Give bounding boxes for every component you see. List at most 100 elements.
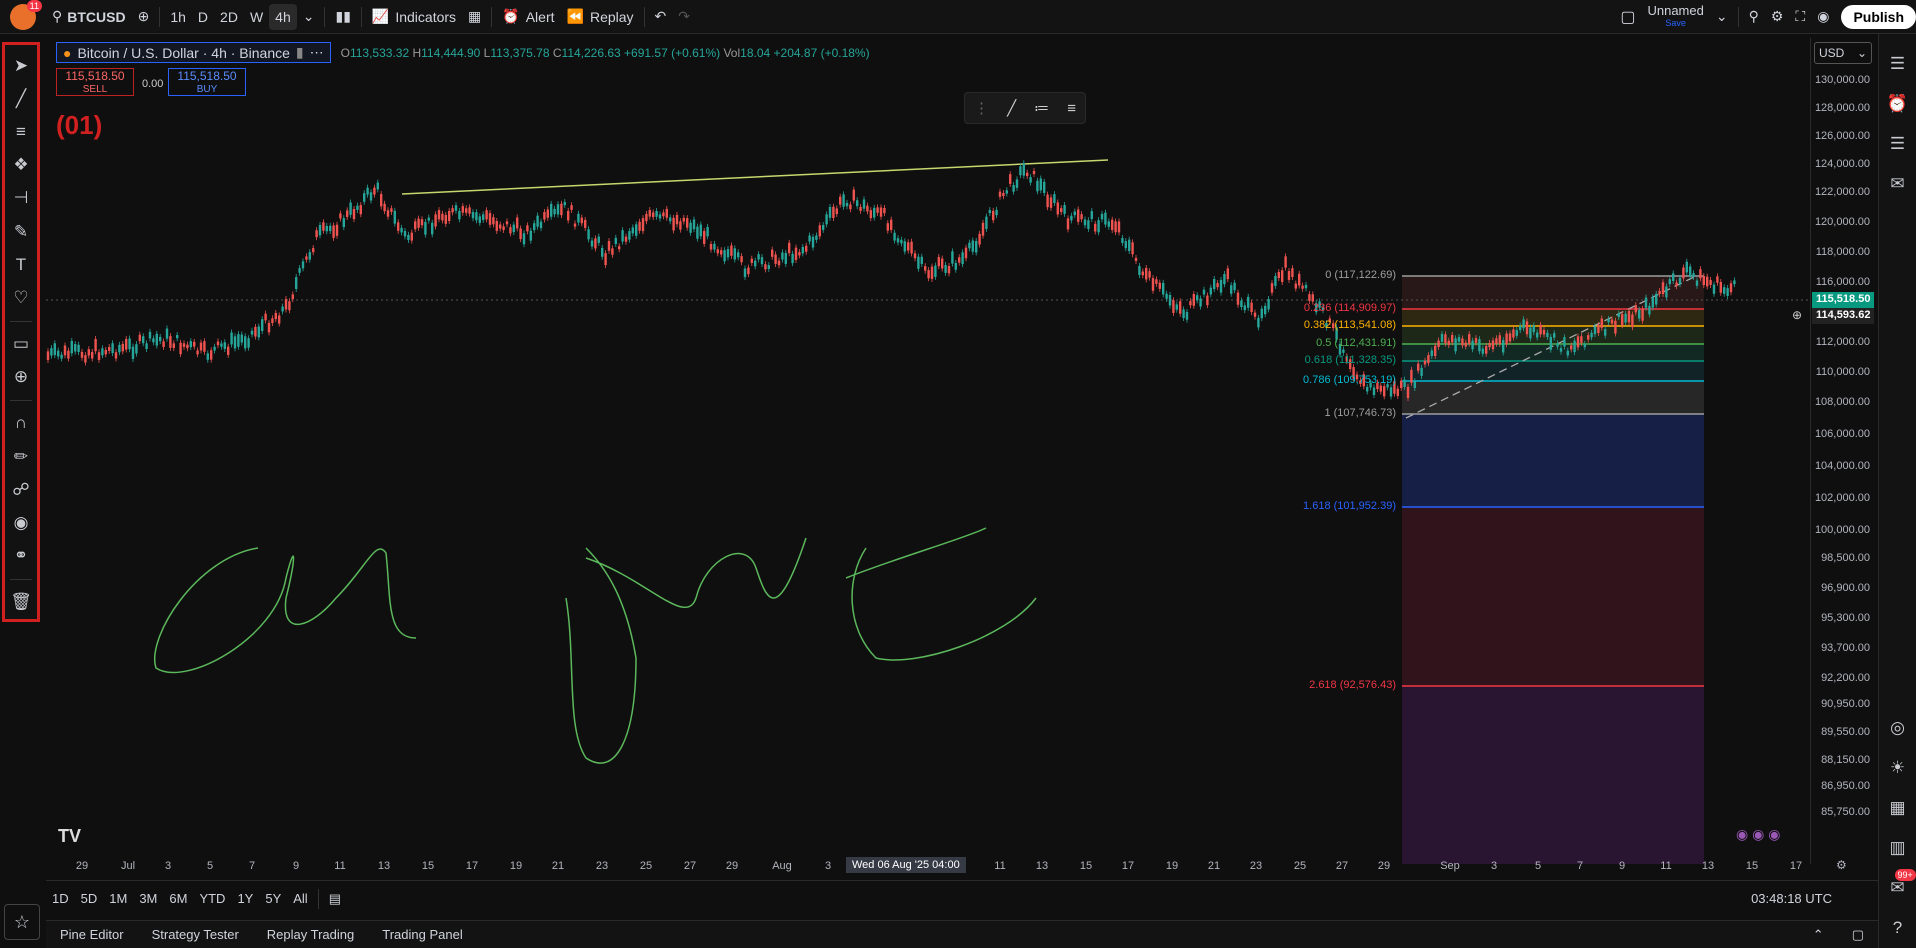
range-ytd[interactable]: YTD [193,891,231,906]
eye-icon[interactable]: ◉ [9,509,33,536]
snapshot-button[interactable]: ◉ [1811,4,1835,30]
chart-pane[interactable]: ● Bitcoin / U.S. Dollar · 4h · Binance ▮… [46,38,1810,864]
range-5y[interactable]: 5Y [259,891,287,906]
interval-d[interactable]: D [192,4,214,30]
tab-trading-panel[interactable]: Trading Panel [368,927,476,942]
interval-1h[interactable]: 1h [164,4,192,30]
annotation-text[interactable]: (01) [56,110,102,141]
settings-button[interactable]: ⚙ [1765,4,1790,30]
interval-w[interactable]: W [244,4,269,30]
chart-type-button[interactable]: ▮▮ [329,4,356,30]
symbol-legend[interactable]: ● Bitcoin / U.S. Dollar · 4h · Binance ▮… [56,42,331,63]
tab-replay-trading[interactable]: Replay Trading [253,927,368,942]
tab-pine-editor[interactable]: Pine Editor [46,927,138,942]
brush-icon[interactable]: ✎ [9,218,33,245]
magnet-icon[interactable]: ∩ [9,410,33,437]
link-icon[interactable]: ⚭ [9,543,33,570]
time-tick-label: 23 [595,860,609,872]
target-icon[interactable]: ◎ [1885,715,1911,741]
range-1m[interactable]: 1M [103,891,133,906]
more-icon[interactable]: ⋯ [310,44,324,61]
layers-icon[interactable]: ☰ [1885,131,1911,157]
replay-button[interactable]: ⏪ Replay [561,4,640,30]
layout-name-button[interactable]: Unnamed Save [1641,2,1709,32]
parallel-lines-icon[interactable]: ≔ [1034,99,1049,117]
indicators-button[interactable]: 📈 Indicators [366,4,462,30]
lines-settings-icon[interactable]: ≡ [1067,100,1076,117]
range-1y[interactable]: 1Y [231,891,259,906]
event-icons[interactable]: ◉ ◉ ◉ [1736,826,1780,843]
time-tick-label: Jul [120,860,136,872]
range-all[interactable]: All [287,891,313,906]
currency-select[interactable]: USD ⌄ [1814,42,1872,64]
help-icon[interactable]: ? [1885,915,1911,941]
trend-line-icon[interactable]: ╱ [9,85,33,112]
maximize-panel-button[interactable]: ▢ [1838,927,1878,943]
interval-2d[interactable]: 2D [214,4,244,30]
lightbulb-icon[interactable]: ☀ [1885,755,1911,781]
undo-button[interactable]: ↶ [649,4,673,30]
calendar-icon[interactable]: ▦ [1885,795,1911,821]
candle-body [305,256,308,260]
stay-drawing-icon[interactable]: ✏ [9,443,33,470]
symbol-search[interactable]: ⚲ BTCUSD [46,4,132,30]
user-avatar[interactable]: 11 [10,0,42,30]
date-range-button[interactable]: ▤ [323,891,347,907]
redo-button[interactable]: ↷ [672,4,696,30]
range-6m[interactable]: 6M [163,891,193,906]
tab-strategy-tester[interactable]: Strategy Tester [138,927,253,942]
fullscreen-button[interactable]: ⛶ [1789,4,1811,30]
alarm-clock-icon[interactable]: ⏰ [1885,91,1911,117]
candle-body [920,256,923,264]
price-tick-label: 106,000.00 [1814,428,1870,440]
ruler-icon[interactable]: ▭ [9,330,33,357]
range-5d[interactable]: 5D [75,891,104,906]
alert-button[interactable]: ⏰ Alert [496,4,560,30]
utc-clock[interactable]: 03:48:18 UTC [1745,891,1838,906]
sell-button[interactable]: 115,518.50 SELL [56,68,134,96]
notifications-icon[interactable]: ✉ 99+ [1885,869,1916,901]
layout-checkbox[interactable]: ▢ [1614,4,1641,30]
interval-4h[interactable]: 4h [269,3,297,30]
time-axis[interactable]: 29 Jul 3 5 7 9 11 13 15 17 19 21 23 25 27 29 Aug 3 9 11 13 15… [46,856,1847,878]
auto-scale-icon[interactable]: ⚙ [1836,858,1847,872]
cursor-icon[interactable]: ➤ [9,52,33,79]
range-3m[interactable]: 3M [133,891,163,906]
interval-dropdown[interactable]: ⌄ [297,4,321,30]
symbol-label: BTCUSD [67,8,126,25]
add-alert-icon[interactable]: ⊕ [1792,308,1802,322]
pattern-icon[interactable]: ❖ [9,152,33,179]
collapse-panel-button[interactable]: ⌃ [1799,927,1838,943]
text-icon[interactable]: T [9,251,33,278]
lock-icon[interactable]: ☍ [9,476,33,503]
quick-search-button[interactable]: ⚲ [1743,4,1765,30]
drag-handle-icon[interactable]: ⋮ [974,99,989,117]
candle-body [135,344,138,354]
prediction-icon[interactable]: ⊣ [9,185,33,212]
templates-button[interactable]: ▦ [462,4,487,30]
range-1d[interactable]: 1D [46,891,75,906]
candle-body [1260,308,1263,319]
buy-button[interactable]: 115,518.50 BUY [168,68,246,96]
chat-icon[interactable]: ✉ [1885,171,1911,197]
watchlist-icon[interactable]: ☰ [1885,51,1911,77]
candle-body [1689,266,1692,277]
trash-icon[interactable]: 🗑 [9,589,33,616]
price-axis[interactable]: 130,000.00 128,000.00 126,000.00 124,000.00… [1810,38,1878,864]
divider [317,888,319,909]
candle-body [975,240,978,253]
apps-grid-icon[interactable]: ▥ [1885,835,1911,861]
layout-dropdown[interactable]: ⌄ [1710,4,1734,30]
handwritten-drawing[interactable] [154,527,1037,764]
fib-retracement-icon[interactable]: ≡ [9,118,33,145]
fib-level-label: 0.5 (112,431.91) [1316,337,1396,349]
line-tool-icon[interactable]: ╱ [1007,99,1016,117]
trend-line[interactable] [401,159,1109,195]
candle-body [74,344,77,352]
candle-body [1155,279,1158,284]
compare-symbol-button[interactable]: ⊕ [132,4,156,30]
heart-icon[interactable]: ♡ [9,284,33,311]
favorites-button[interactable]: ☆ [4,904,40,940]
publish-button[interactable]: Publish [1841,4,1916,29]
zoom-in-icon[interactable]: ⊕ [9,364,33,391]
